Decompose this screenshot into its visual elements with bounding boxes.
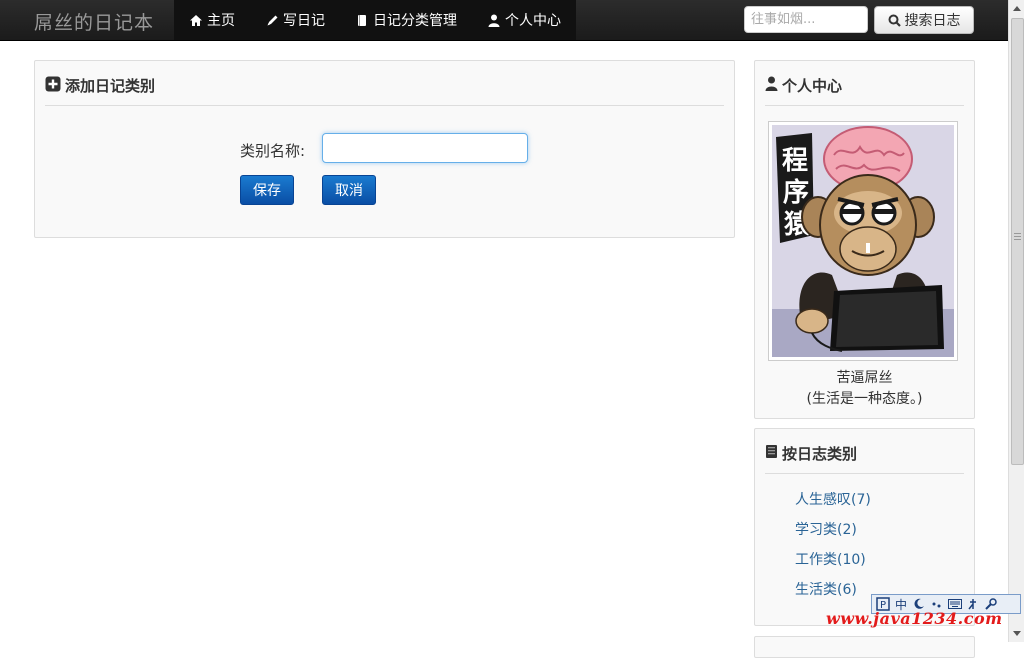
nav-home[interactable]: 主页 (174, 0, 250, 40)
avatar: 程 序 猿 (768, 121, 958, 361)
category-heading: 按日志类别 (765, 443, 964, 474)
nav-home-label: 主页 (207, 13, 235, 29)
search-input[interactable] (744, 6, 868, 33)
save-button[interactable]: 保存 (240, 175, 294, 205)
avatar-caption-1: 程 (782, 146, 808, 176)
notebook-icon (765, 444, 778, 463)
category-list: 人生感叹(7) 学习类(2) 工作类(10) 生活类(6) (795, 489, 871, 609)
category-link[interactable]: 学习类(2) (795, 519, 871, 549)
main-nav: 主页 写日记 日记分类管理 个人中心 (174, 0, 576, 40)
scroll-up-arrow-icon[interactable] (1009, 0, 1024, 16)
user-icon (765, 76, 778, 95)
programmer-monkey-image: 程 序 猿 (772, 125, 954, 357)
search-button-label: 搜索日志 (904, 13, 961, 29)
category-name-input[interactable] (322, 133, 528, 163)
profile-name: 苦逼屌丝 (836, 370, 893, 386)
home-icon (189, 13, 203, 27)
nav-profile-label: 个人中心 (505, 13, 561, 29)
cancel-button[interactable]: 取消 (322, 175, 376, 205)
nav-write-label: 写日记 (283, 13, 325, 29)
profile-heading: 个人中心 (765, 75, 964, 106)
page-scrollbar[interactable] (1008, 0, 1024, 642)
search-button[interactable]: 搜索日志 (874, 6, 974, 34)
nav-profile[interactable]: 个人中心 (472, 0, 576, 40)
add-category-panel: 添加日记类别 类别名称: 保存 取消 (34, 60, 735, 238)
profile-panel: 个人中心 程 序 猿 苦逼屌丝 (生活是一种态度。) (754, 60, 975, 419)
nav-category-manage[interactable]: 日记分类管理 (340, 0, 472, 40)
nav-category-label: 日记分类管理 (373, 13, 457, 29)
category-title: 按日志类别 (782, 445, 858, 463)
book-icon (355, 13, 369, 27)
scroll-down-arrow-icon[interactable] (1009, 626, 1024, 642)
site-watermark: www.java1234.com (826, 609, 1003, 628)
next-panel-edge (754, 636, 975, 658)
category-link[interactable]: 生活类(6) (795, 579, 871, 609)
category-name-label: 类别名称: (240, 142, 306, 160)
user-icon (487, 13, 501, 27)
search-icon (888, 14, 901, 27)
category-link[interactable]: 工作类(10) (795, 549, 871, 579)
site-brand[interactable]: 屌丝的日记本 (34, 8, 154, 35)
plus-square-icon (45, 76, 61, 96)
panel-heading: 添加日记类别 (45, 75, 724, 106)
profile-title: 个人中心 (782, 77, 843, 95)
scroll-thumb[interactable] (1011, 18, 1024, 465)
page-title: 添加日记类别 (65, 77, 156, 95)
pencil-icon (265, 13, 279, 27)
profile-motto: (生活是一种态度。) (806, 391, 923, 407)
top-navbar: 屌丝的日记本 主页 写日记 日记分类管理 个人中心 往事如烟... 搜索日志 (0, 0, 1008, 41)
category-link[interactable]: 人生感叹(7) (795, 489, 871, 519)
nav-write-diary[interactable]: 写日记 (250, 0, 340, 40)
